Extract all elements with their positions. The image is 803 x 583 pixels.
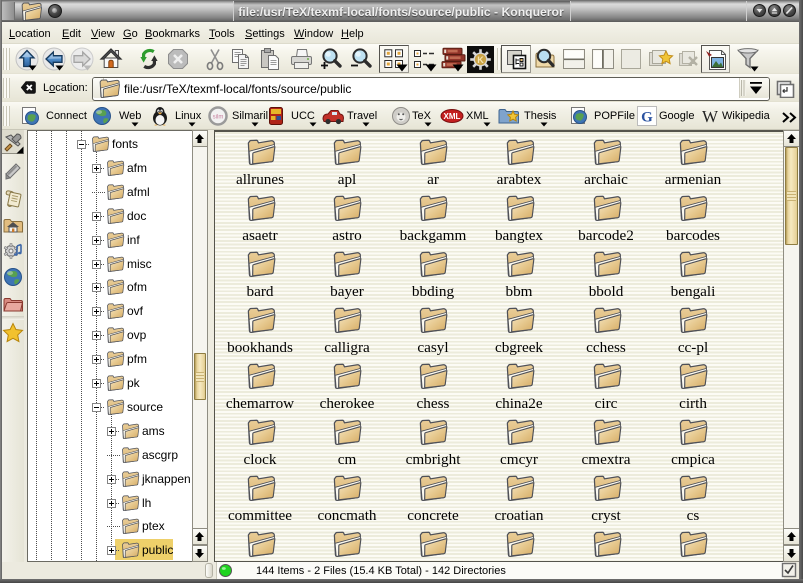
svg-text:W: W: [702, 107, 719, 126]
svg-text:G: G: [641, 110, 653, 126]
svg-text:XML: XML: [444, 112, 461, 121]
svg-text:silm: silm: [213, 115, 224, 121]
svg-text:K: K: [477, 55, 484, 65]
